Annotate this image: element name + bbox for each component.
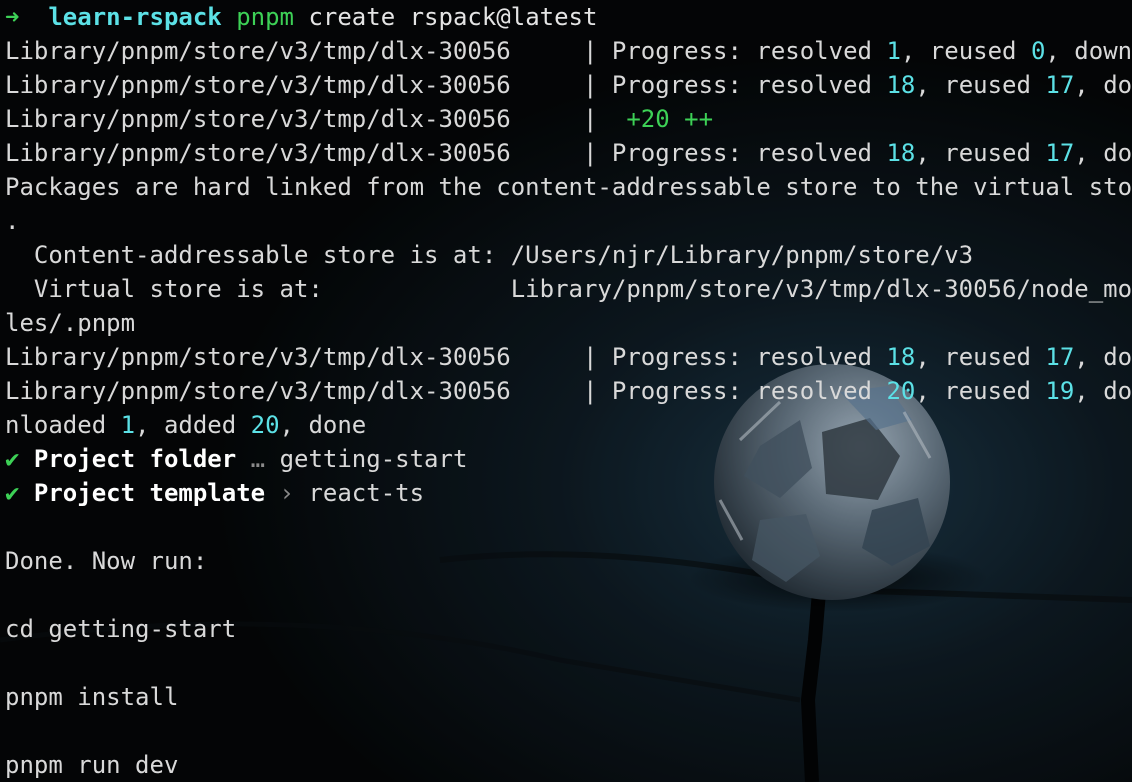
progress-label: , reused (915, 377, 1046, 405)
reused-count: 19 (1045, 377, 1075, 405)
store-path: Library/pnpm/store/v3/tmp/dlx-30056 (5, 139, 511, 167)
output-text: . (5, 207, 20, 235)
progress-label: , reused (915, 343, 1046, 371)
separator: | (510, 71, 612, 99)
progress-line: Library/pnpm/store/v3/tmp/dlx-30056 | Pr… (5, 34, 1132, 68)
progress-line: Library/pnpm/store/v3/tmp/dlx-30056 | Pr… (5, 136, 1132, 170)
output-text: Virtual store is at: Library/pnpm/store/… (5, 275, 1132, 303)
reused-count: 17 (1045, 343, 1075, 371)
question-label: Project folder (33, 445, 237, 473)
summary-text: , added (135, 411, 251, 439)
progress-line: Library/pnpm/store/v3/tmp/dlx-30056 | Pr… (5, 68, 1132, 102)
store-path: Library/pnpm/store/v3/tmp/dlx-30056 (5, 71, 511, 99)
output-text: cd getting-start (5, 615, 237, 643)
progress-line: Library/pnpm/store/v3/tmp/dlx-30056 | Pr… (5, 374, 1132, 408)
output-text: Done. Now run: (5, 547, 208, 575)
progress-label: , dow (1074, 139, 1132, 167)
separator: | (510, 377, 612, 405)
reused-count: 17 (1045, 139, 1075, 167)
summary-text: , done (279, 411, 367, 439)
reused-count: 0 (1030, 37, 1046, 65)
separator: | (510, 139, 612, 167)
checkmark-icon: ✔ (5, 479, 20, 507)
store-path: Library/pnpm/store/v3/tmp/dlx-30056 (5, 37, 511, 65)
checkmark-icon: ✔ (5, 445, 20, 473)
output-text-line: . (5, 204, 1132, 238)
progress-label: Progress: resolved (611, 377, 887, 405)
output-text-line: Packages are hard linked from the conten… (5, 170, 1132, 204)
output-text: Packages are hard linked from the conten… (5, 173, 1132, 201)
output-text: les/.pnpm (5, 309, 136, 337)
progress-label: , downl (1045, 37, 1132, 65)
store-path: Library/pnpm/store/v3/tmp/dlx-30056 (5, 105, 511, 133)
output-text-line: pnpm install (5, 680, 1132, 714)
answer-separator: … (236, 445, 280, 473)
prompt-answer-line: ✔ Project template › react-ts (5, 476, 1132, 510)
output-text: pnpm run dev (5, 751, 179, 779)
prompt-command: pnpm (236, 3, 294, 31)
prompt-directory: learn-rspack (48, 3, 222, 31)
terminal-output: ➜ learn-rspack pnpm create rspack@latest… (5, 0, 1132, 782)
progress-line: Library/pnpm/store/v3/tmp/dlx-30056 | Pr… (5, 340, 1132, 374)
separator: | (510, 343, 612, 371)
added-packages-count: +20 ++ (626, 105, 714, 133)
progress-label: , dow (1074, 377, 1132, 405)
added-count: 20 (250, 411, 280, 439)
install-summary-line: nloaded 1, added 20, done (5, 408, 1132, 442)
progress-label: Progress: resolved (611, 37, 887, 65)
separator: | (510, 105, 627, 133)
progress-label: , dow (1074, 343, 1132, 371)
progress-label: , reused (915, 71, 1046, 99)
resolved-count: 20 (886, 377, 916, 405)
resolved-count: 1 (886, 37, 901, 65)
progress-label: , reused (900, 37, 1031, 65)
progress-label: , reused (915, 139, 1046, 167)
question-answer: react-ts (308, 479, 425, 507)
resolved-count: 18 (886, 343, 916, 371)
output-text-line: Content-addressable store is at: /Users/… (5, 238, 1132, 272)
store-path: Library/pnpm/store/v3/tmp/dlx-30056 (5, 343, 511, 371)
resolved-count: 18 (886, 71, 916, 99)
summary-text: nloaded (5, 411, 121, 439)
separator: | (510, 37, 612, 65)
progress-label: Progress: resolved (611, 343, 887, 371)
question-answer: getting-start (279, 445, 468, 473)
added-packages-line: Library/pnpm/store/v3/tmp/dlx-30056 | +2… (5, 102, 1132, 136)
progress-label: Progress: resolved (611, 71, 887, 99)
output-text: Content-addressable store is at: /Users/… (5, 241, 974, 269)
output-text-line: Done. Now run: (5, 544, 1132, 578)
prompt-answer-line: ✔ Project folder … getting-start (5, 442, 1132, 476)
downloaded-count: 1 (120, 411, 136, 439)
reused-count: 17 (1045, 71, 1075, 99)
output-lines: Library/pnpm/store/v3/tmp/dlx-30056 | Pr… (5, 34, 1132, 782)
output-text-line: pnpm run dev (5, 748, 1132, 782)
progress-label: , dow (1074, 71, 1132, 99)
prompt-line: ➜ learn-rspack pnpm create rspack@latest (5, 0, 1132, 34)
answer-separator: › (265, 479, 309, 507)
output-text-line: Virtual store is at: Library/pnpm/store/… (5, 272, 1132, 306)
output-text-line: les/.pnpm (5, 306, 1132, 340)
output-text-line: cd getting-start (5, 612, 1132, 646)
output-text: pnpm install (5, 683, 179, 711)
resolved-count: 18 (886, 139, 916, 167)
progress-label: Progress: resolved (611, 139, 887, 167)
prompt-args: create rspack@latest (308, 3, 598, 31)
question-label: Project template (33, 479, 266, 507)
store-path: Library/pnpm/store/v3/tmp/dlx-30056 (5, 377, 511, 405)
prompt-arrow-icon: ➜ (5, 3, 20, 31)
